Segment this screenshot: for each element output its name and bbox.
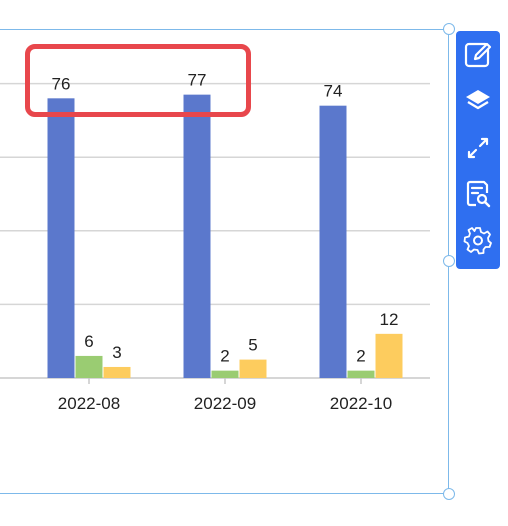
settings-button[interactable] [460,223,496,258]
resize-handle-top-right[interactable] [443,23,455,35]
annotation-highlight-box [25,44,251,117]
data-view-icon [466,180,491,208]
layers-button[interactable] [460,83,496,118]
settings-icon [463,227,492,255]
resize-handle-bottom-right[interactable] [443,488,455,500]
layers-icon [466,90,490,110]
edit-button[interactable] [460,37,496,72]
expand-icon [467,137,489,158]
chart-toolbar [456,31,500,269]
data-view-button[interactable] [460,176,496,211]
resize-handle-middle-right[interactable] [443,255,455,267]
chart-editor-canvas: 76 6 3 2022-08 77 2 5 2022-09 74 2 12 2022-10 [0,0,508,526]
fullscreen-button[interactable] [460,130,496,165]
edit-icon [464,42,492,67]
